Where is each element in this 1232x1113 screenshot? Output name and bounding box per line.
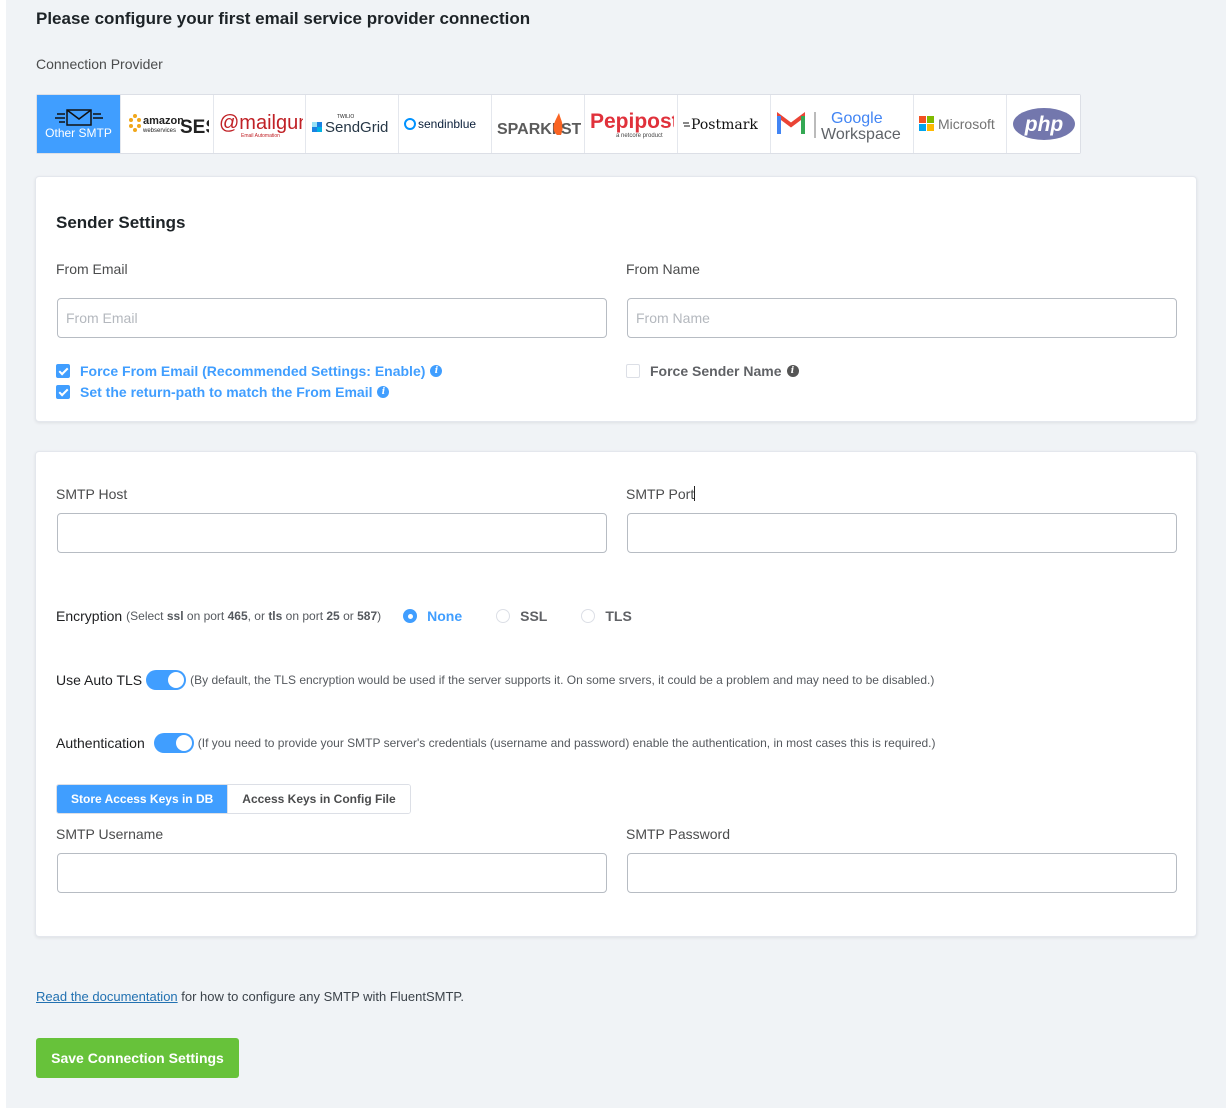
encryption-option-none[interactable]: None: [403, 608, 462, 624]
provider-google-workspace[interactable]: Google Workspace: [771, 95, 914, 153]
authentication-toggle[interactable]: [153, 733, 194, 753]
radio-unselected[interactable]: [581, 609, 596, 623]
encryption-option-tls[interactable]: TLS: [581, 608, 632, 624]
documentation-link[interactable]: Read the documentation: [36, 989, 178, 1004]
page-title: Please configure your first email servic…: [36, 9, 531, 28]
svg-text:Postmark: Postmark: [691, 117, 758, 133]
documentation-text: for how to configure any SMTP with Fluen…: [177, 989, 465, 1004]
encryption-hint: (Select ssl on port 465, or tls on port …: [126, 609, 382, 623]
force-sender-name-option[interactable]: Force Sender Name i: [626, 363, 799, 379]
svg-text:Workspace: Workspace: [821, 126, 901, 143]
svg-text:Email Automation: Email Automation: [241, 133, 280, 139]
tab-config-file[interactable]: Access Keys in Config File: [227, 785, 410, 813]
google-workspace-logo: Google Workspace: [777, 110, 901, 143]
auto-tls-hint: (By default, the TLS encryption would be…: [190, 673, 935, 687]
svg-text:Microsoft: Microsoft: [938, 116, 995, 132]
provider-sendgrid[interactable]: TWILIO SendGrid: [306, 95, 399, 153]
radio-selected[interactable]: [403, 609, 418, 623]
provider-amazon-ses[interactable]: amazon webservices SES: [121, 95, 214, 153]
provider-label-other-smtp: Other SMTP: [45, 126, 112, 140]
provider-other-smtp[interactable]: Other SMTP: [37, 95, 121, 153]
connection-provider-label: Connection Provider: [36, 56, 163, 72]
access-keys-tabs: Store Access Keys in DB Access Keys in C…: [56, 784, 411, 814]
from-name-label: From Name: [626, 261, 700, 277]
authentication-hint: (If you need to provide your SMTP server…: [197, 736, 936, 750]
smtp-password-input[interactable]: [627, 853, 1177, 893]
smtp-username-input[interactable]: [57, 853, 607, 893]
svg-text:sendinblue: sendinblue: [418, 117, 476, 131]
svg-text:SendGrid: SendGrid: [325, 119, 388, 136]
return-path-label: Set the return-path to match the From Em…: [80, 384, 373, 400]
from-email-label: From Email: [56, 261, 128, 277]
svg-text:Google: Google: [831, 110, 883, 127]
authentication-row: Authentication (If you need to provide y…: [56, 733, 936, 753]
envelope-icon: [54, 109, 103, 126]
svg-text:php: php: [1023, 113, 1063, 136]
save-connection-button[interactable]: Save Connection Settings: [36, 1038, 239, 1078]
sendinblue-logo: sendinblue: [404, 117, 476, 131]
provider-pepipost[interactable]: Pepipost a netcore product: [585, 95, 678, 153]
encryption-label: Encryption: [56, 608, 123, 624]
force-from-email-label: Force From Email (Recommended Settings: …: [80, 363, 426, 379]
pepipost-logo: Pepipost a netcore product: [590, 110, 674, 139]
microsoft-logo: Microsoft: [919, 116, 995, 132]
settings-page: Please configure your first email servic…: [6, 0, 1226, 1108]
provider-selector: Other SMTP amazon webservices SES @mailg…: [36, 94, 1081, 154]
documentation-note: Read the documentation for how to config…: [36, 989, 464, 1004]
provider-microsoft[interactable]: Microsoft: [914, 95, 1007, 153]
provider-sparkpost[interactable]: SPARKP ST: [492, 95, 585, 153]
sender-settings-card: Sender Settings From Email From Name For…: [35, 176, 1197, 422]
postmark-logo: Postmark: [683, 117, 758, 133]
svg-text:a netcore product: a netcore product: [616, 133, 663, 139]
authentication-label: Authentication: [56, 735, 145, 751]
from-email-input[interactable]: [57, 298, 607, 338]
sendgrid-logo: TWILIO SendGrid: [312, 114, 388, 136]
encryption-option-ssl[interactable]: SSL: [496, 608, 547, 624]
encryption-row: Encryption (Select ssl on port 465, or t…: [56, 608, 632, 624]
force-sender-name-label: Force Sender Name: [650, 363, 782, 379]
provider-postmark[interactable]: Postmark: [678, 95, 771, 153]
auto-tls-row: Use Auto TLS (By default, the TLS encryp…: [56, 670, 934, 690]
auto-tls-label: Use Auto TLS: [56, 672, 143, 688]
force-from-email-option[interactable]: Force From Email (Recommended Settings: …: [56, 363, 443, 379]
svg-text:Pepipost: Pepipost: [590, 110, 674, 133]
radio-unselected[interactable]: [496, 609, 511, 623]
return-path-option[interactable]: Set the return-path to match the From Em…: [56, 384, 390, 400]
svg-text:webservices: webservices: [142, 128, 176, 134]
force-from-email-checkbox[interactable]: [56, 364, 70, 378]
info-icon[interactable]: i: [430, 365, 443, 377]
svg-text:SES: SES: [180, 117, 209, 138]
auto-tls-toggle[interactable]: [146, 670, 187, 690]
tab-store-db[interactable]: Store Access Keys in DB: [57, 785, 228, 813]
force-sender-name-checkbox[interactable]: [626, 364, 640, 378]
smtp-port-label: SMTP Port: [626, 486, 696, 502]
amazon-ses-logo: amazon webservices SES: [129, 114, 209, 138]
sender-settings-title: Sender Settings: [56, 213, 186, 232]
mailgun-logo: @mailgun Email Automation: [219, 112, 303, 139]
svg-text:SPARKP: SPARKP: [497, 121, 563, 138]
svg-text:ST: ST: [561, 121, 581, 138]
info-icon[interactable]: i: [786, 365, 799, 377]
text-cursor: [694, 486, 696, 501]
from-name-input[interactable]: [627, 298, 1177, 338]
svg-text:@mailgun: @mailgun: [219, 112, 303, 134]
smtp-host-input[interactable]: [57, 513, 607, 553]
smtp-settings-card: SMTP Host SMTP Port Encryption (Select s…: [35, 451, 1197, 937]
provider-mailgun[interactable]: @mailgun Email Automation: [214, 95, 306, 153]
smtp-password-label: SMTP Password: [626, 826, 730, 842]
return-path-checkbox[interactable]: [56, 385, 70, 399]
smtp-host-label: SMTP Host: [56, 486, 128, 502]
php-logo: php: [1012, 108, 1075, 140]
sparkpost-logo: SPARKP ST: [497, 113, 581, 138]
provider-sendinblue[interactable]: sendinblue: [399, 95, 492, 153]
info-icon[interactable]: i: [377, 386, 390, 398]
smtp-port-input[interactable]: [627, 513, 1177, 553]
svg-text:amazon: amazon: [143, 115, 184, 127]
smtp-username-label: SMTP Username: [56, 826, 164, 842]
provider-php[interactable]: php: [1007, 95, 1080, 153]
